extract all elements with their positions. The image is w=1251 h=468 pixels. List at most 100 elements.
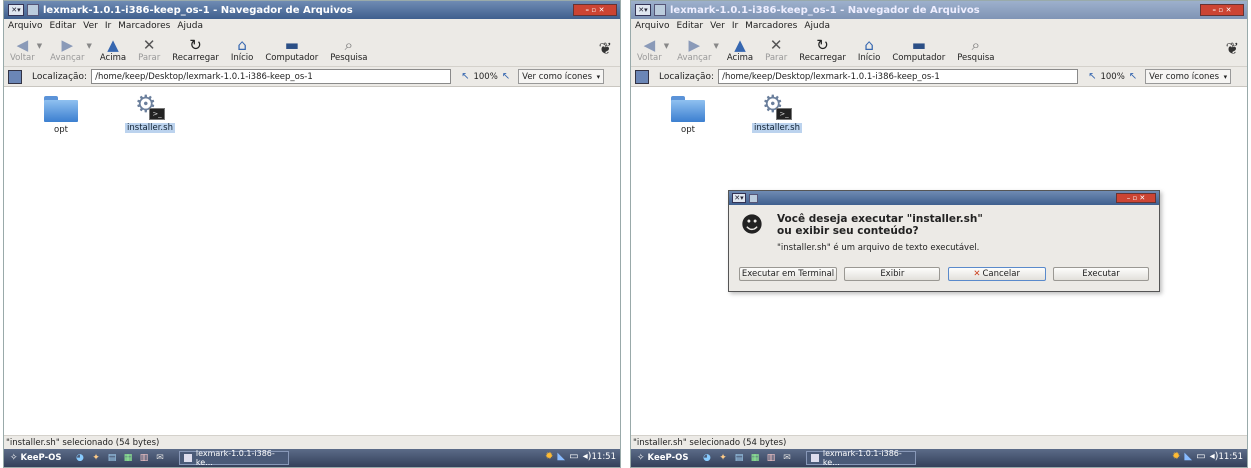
back-button[interactable]: ◀ Voltar — [10, 36, 35, 64]
view-mode-select[interactable]: Ver como ícones ▾ — [1145, 69, 1232, 84]
menu-marcadores[interactable]: Marcadores — [745, 21, 797, 31]
menu-ir[interactable]: Ir — [105, 21, 111, 31]
mail-icon[interactable]: ✉ — [153, 452, 166, 465]
menu-editar[interactable]: Editar — [49, 21, 76, 31]
up-button[interactable]: ▲ Acima — [100, 36, 126, 64]
taskbar-window-button[interactable]: lexmark-1.0.1-i386-ke... — [806, 449, 917, 467]
zoom-level[interactable]: 100% — [1100, 72, 1124, 82]
file-manager-icon[interactable]: ✦ — [716, 452, 729, 465]
window-controls[interactable]: – ▫ ✕ — [1200, 4, 1244, 16]
start-icon: ✧ — [637, 453, 645, 463]
editor-icon[interactable]: ▤ — [105, 452, 118, 465]
stop-button[interactable]: ✕ Parar — [138, 36, 160, 64]
forward-history-dropdown-icon[interactable]: ▼ — [713, 42, 718, 50]
computer-button[interactable]: ▬ Computador — [892, 36, 945, 64]
file-manager-icon[interactable]: ✦ — [89, 452, 102, 465]
office-icon[interactable]: ▦ — [748, 452, 761, 465]
file-item-installer[interactable]: ⚙ >_ installer.sh — [120, 92, 180, 133]
clock[interactable]: 11:51 — [1219, 452, 1244, 462]
dialog-titlebar[interactable]: ✕▾ – ▫ ✕ — [729, 191, 1159, 205]
forward-button[interactable]: ▶ Avançar — [50, 36, 84, 64]
zoom-control: ↖ 100% ↖ — [1084, 71, 1141, 82]
menu-editar[interactable]: Editar — [676, 21, 703, 31]
dialog-menu-icon[interactable]: ✕▾ — [732, 193, 746, 203]
up-button[interactable]: ▲ Acima — [727, 36, 753, 64]
stop-button[interactable]: ✕ Parar — [765, 36, 787, 64]
menu-arquivo[interactable]: Arquivo — [635, 21, 669, 31]
file-item-opt[interactable]: opt — [658, 96, 718, 135]
browser-icon[interactable]: ◕ — [700, 452, 713, 465]
reload-button[interactable]: ↻ Recarregar — [172, 36, 219, 64]
gnome-foot-icon: ❦ — [1225, 39, 1239, 58]
home-icon: ⌂ — [864, 35, 874, 54]
editor-icon[interactable]: ▤ — [732, 452, 745, 465]
forward-history-dropdown-icon[interactable]: ▼ — [86, 42, 91, 50]
toolbar: ◀ Voltar ▼ ▶ Avançar ▼ ▲ Acima ✕ Parar ↻… — [4, 33, 620, 67]
window-titlebar[interactable]: ✕▾ lexmark-1.0.1-i386-keep_os-1 - Navega… — [631, 1, 1247, 19]
window-menu-icon[interactable]: ✕▾ — [8, 4, 24, 16]
network-icon[interactable]: ◣ — [557, 451, 565, 462]
menu-ver[interactable]: Ver — [710, 21, 725, 31]
window-controls[interactable]: – ▫ ✕ — [573, 4, 617, 16]
home-button[interactable]: ⌂ Início — [231, 36, 254, 64]
start-button[interactable]: ✧ KeeP-OS — [4, 453, 67, 463]
run-button[interactable]: Executar — [1052, 267, 1149, 281]
volume-icon[interactable]: ◂) — [1210, 451, 1219, 462]
view-mode-select[interactable]: Ver como ícones ▾ — [518, 69, 605, 84]
zoom-in-icon[interactable]: ↖ — [502, 71, 510, 82]
taskbar: ✧ KeeP-OS ◕ ✦ ▤ ▦ ▥ ✉ lexmark-1.0.1-i386… — [631, 449, 1247, 467]
menu-ajuda[interactable]: Ajuda — [177, 21, 203, 31]
menu-marcadores[interactable]: Marcadores — [118, 21, 170, 31]
display-icon[interactable]: ▭ — [569, 451, 578, 462]
computer-button[interactable]: ▬ Computador — [265, 36, 318, 64]
browser-icon[interactable]: ◕ — [73, 452, 86, 465]
back-button[interactable]: ◀ Voltar — [637, 35, 662, 64]
back-history-dropdown-icon[interactable]: ▼ — [37, 42, 42, 50]
updates-icon[interactable]: ✹ — [1172, 451, 1180, 462]
dialog-subtext: "installer.sh" é um arquivo de texto exe… — [777, 243, 980, 253]
location-toggle-icon[interactable] — [635, 69, 649, 84]
menu-ir[interactable]: Ir — [732, 21, 738, 31]
file-item-opt[interactable]: opt — [31, 96, 91, 135]
file-view[interactable]: opt ⚙ >_ installer.sh — [4, 88, 620, 435]
location-input[interactable]: /home/keep/Desktop/lexmark-1.0.1-i386-ke… — [718, 69, 1079, 84]
volume-icon[interactable]: ◂) — [583, 451, 592, 462]
arrow-left-icon: ◀ — [643, 35, 656, 54]
location-input[interactable]: /home/keep/Desktop/lexmark-1.0.1-i386-ke… — [91, 69, 452, 84]
clock[interactable]: 11:51 — [592, 452, 617, 462]
taskbar-window-button[interactable]: lexmark-1.0.1-i386-ke... — [179, 449, 290, 467]
zoom-out-icon[interactable]: ↖ — [461, 71, 469, 82]
search-button[interactable]: ⌕ Pesquisa — [330, 36, 367, 64]
reload-icon: ↻ — [816, 35, 829, 54]
run-in-terminal-button[interactable]: Executar em Terminal — [739, 267, 837, 281]
display-button[interactable]: Exibir — [844, 267, 941, 281]
zoom-out-icon[interactable]: ↖ — [1088, 71, 1096, 82]
cancel-x-icon: ✕ — [973, 269, 981, 279]
zoom-level[interactable]: 100% — [473, 72, 497, 82]
file-item-installer[interactable]: ⚙ >_ installer.sh — [747, 92, 807, 133]
zoom-control: ↖ 100% ↖ — [457, 71, 514, 82]
notes-icon[interactable]: ▥ — [137, 452, 150, 465]
window-menu-icon[interactable]: ✕▾ — [635, 4, 651, 16]
office-icon[interactable]: ▦ — [121, 452, 134, 465]
network-icon[interactable]: ◣ — [1184, 451, 1192, 462]
back-history-dropdown-icon[interactable]: ▼ — [664, 42, 669, 50]
updates-icon[interactable]: ✹ — [545, 451, 553, 462]
start-button[interactable]: ✧ KeeP-OS — [631, 453, 694, 463]
display-icon[interactable]: ▭ — [1196, 451, 1205, 462]
menu-arquivo[interactable]: Arquivo — [8, 21, 42, 31]
window-titlebar[interactable]: ✕▾ lexmark-1.0.1-i386-keep_os-1 - Navega… — [4, 1, 620, 19]
location-toggle-icon[interactable] — [8, 69, 22, 84]
reload-button[interactable]: ↻ Recarregar — [799, 35, 846, 64]
cancel-button[interactable]: ✕ Cancelar — [947, 267, 1046, 281]
mail-icon[interactable]: ✉ — [780, 452, 793, 465]
home-button[interactable]: ⌂ Início — [858, 35, 881, 64]
menu-ajuda[interactable]: Ajuda — [804, 21, 830, 31]
dialog-controls[interactable]: – ▫ ✕ — [1116, 193, 1156, 203]
taskbar: ✧ KeeP-OS ◕ ✦ ▤ ▦ ▥ ✉ lexmark-1.0.1-i386… — [4, 449, 620, 467]
zoom-in-icon[interactable]: ↖ — [1129, 71, 1137, 82]
menu-ver[interactable]: Ver — [83, 21, 98, 31]
notes-icon[interactable]: ▥ — [764, 452, 777, 465]
search-button[interactable]: ⌕ Pesquisa — [957, 36, 994, 64]
forward-button[interactable]: ▶ Avançar — [677, 36, 711, 64]
